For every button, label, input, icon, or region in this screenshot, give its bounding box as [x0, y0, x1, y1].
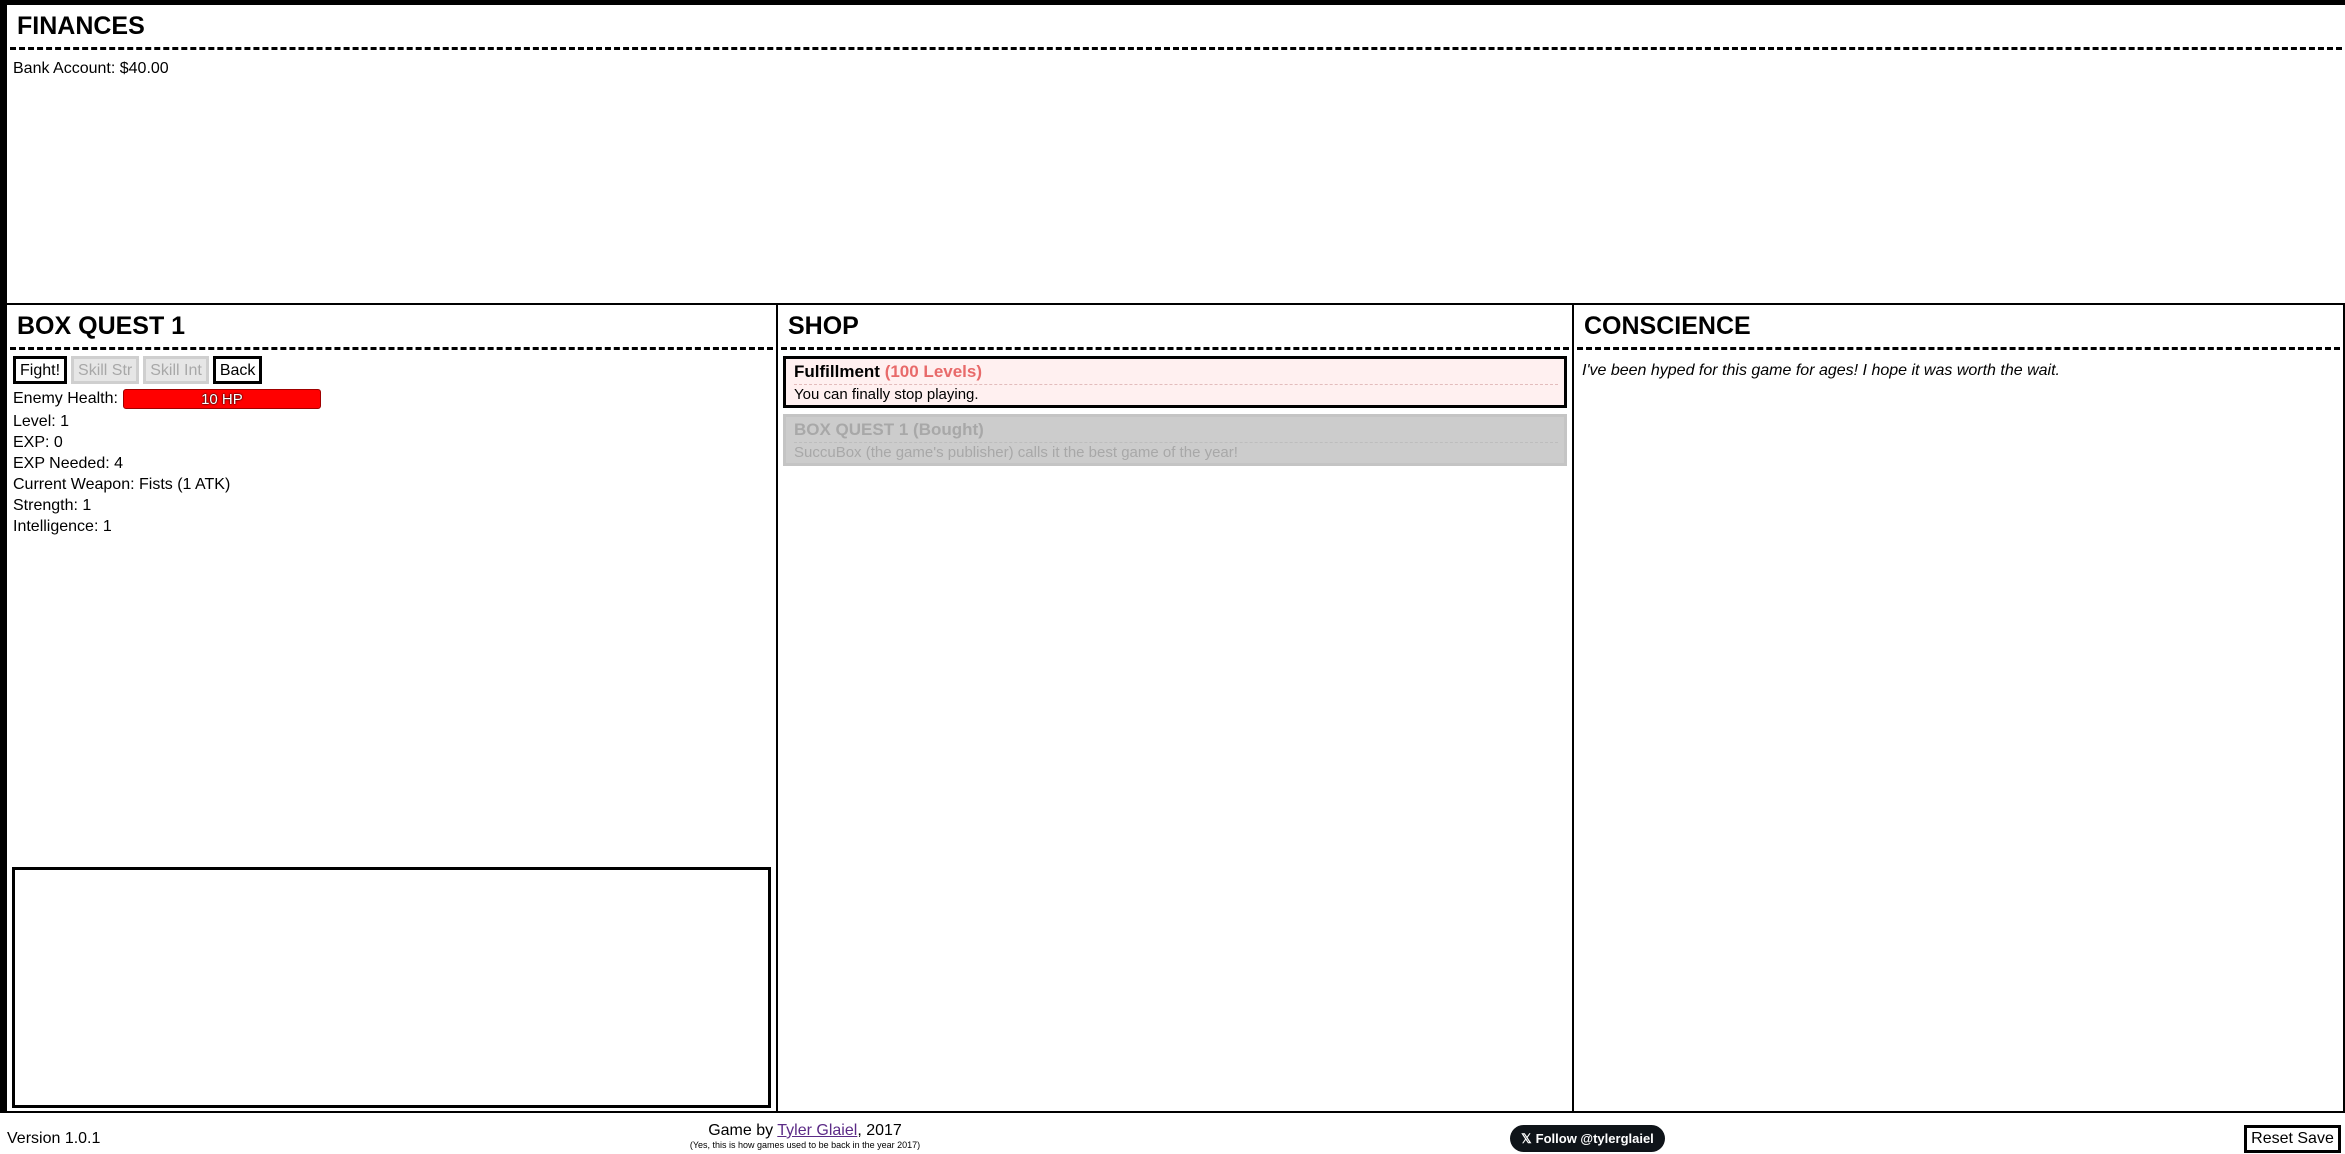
stat-exp: EXP: 0: [13, 432, 770, 453]
conscience-text: I've been hyped for this game for ages! …: [1582, 362, 2060, 379]
stat-level: Level: 1: [13, 411, 770, 432]
shop-item-header: BOX QUEST 1 (Bought): [794, 420, 1558, 443]
bank-account-value: $40.00: [119, 60, 169, 77]
shop-item-cost: (100 Levels): [884, 362, 983, 381]
stat-weapon: Current Weapon: Fists (1 ATK): [13, 474, 770, 495]
follow-button[interactable]: 𝕏 Follow @tylerglaiel: [1510, 1125, 1665, 1152]
finances-title: FINANCES: [17, 12, 145, 40]
stat-label: Level:: [13, 413, 56, 430]
shop-item-cost: (Bought): [913, 420, 984, 439]
stat-exp-needed: EXP Needed: 4: [13, 453, 770, 474]
action-buttons: Fight! Skill Str Skill Int Back: [13, 356, 770, 384]
shop-title: SHOP: [788, 312, 859, 340]
reset-save-button[interactable]: Reset Save: [2244, 1125, 2341, 1153]
shop-item-fulfillment[interactable]: Fulfillment (100 Levels) You can finally…: [783, 356, 1567, 408]
stat-label: Strength:: [13, 497, 78, 514]
stat-label: Current Weapon:: [13, 476, 135, 493]
shop-item-header: Fulfillment (100 Levels): [794, 362, 1558, 385]
credit: Game by Tyler Glaiel, 2017 (Yes, this is…: [605, 1122, 1005, 1151]
shop-item-box-quest[interactable]: BOX QUEST 1 (Bought) SuccuBox (the game'…: [783, 414, 1567, 466]
enemy-health-label: Enemy Health:: [13, 390, 118, 407]
stat-value: 4: [114, 455, 124, 472]
fight-button[interactable]: Fight!: [13, 356, 68, 384]
enemy-health: Enemy Health: 10 HP: [13, 387, 770, 411]
stat-strength: Strength: 1: [13, 495, 770, 516]
bank-account-label: Bank Account:: [13, 60, 116, 77]
stat-value: 0: [53, 434, 63, 451]
battle-log: [12, 867, 771, 1108]
conscience-title: CONSCIENCE: [1584, 312, 1751, 340]
shop-item-desc: You can finally stop playing.: [794, 386, 979, 403]
conscience-panel: CONSCIENCE I've been hyped for this game…: [1574, 305, 2345, 1113]
stat-label: Intelligence:: [13, 518, 99, 535]
enemy-health-bar: 10 HP: [122, 389, 321, 409]
credit-suffix: , 2017: [857, 1122, 902, 1139]
shop-item-name: Fulfillment: [794, 362, 880, 381]
stat-intelligence: Intelligence: 1: [13, 516, 770, 537]
footer: Version 1.0.1 Game by Tyler Glaiel, 2017…: [0, 1113, 2345, 1154]
stat-label: EXP Needed:: [13, 455, 110, 472]
x-logo-icon: 𝕏: [1521, 1131, 1532, 1146]
skill-int-button[interactable]: Skill Int: [143, 356, 209, 384]
stat-value: 1: [82, 497, 92, 514]
credit-note: (Yes, this is how games used to be back …: [689, 1140, 921, 1150]
back-button[interactable]: Back: [212, 356, 263, 384]
shop-item-name: BOX QUEST 1: [794, 420, 909, 439]
shop-panel: SHOP Fulfillment (100 Levels) You can fi…: [778, 305, 1574, 1113]
box-quest-panel: BOX QUEST 1 Fight! Skill Str Skill Int B…: [7, 305, 778, 1113]
box-quest-title: BOX QUEST 1: [17, 312, 186, 340]
stat-label: EXP:: [13, 434, 50, 451]
stat-value: Fists (1 ATK): [139, 476, 231, 493]
stat-value: 1: [102, 518, 112, 535]
bank-account: Bank Account: $40.00: [7, 50, 2345, 88]
stat-value: 1: [60, 413, 70, 430]
author-link[interactable]: Tyler Glaiel: [777, 1122, 857, 1139]
credit-prefix: Game by: [708, 1122, 778, 1139]
finances-panel: FINANCES Bank Account: $40.00: [7, 5, 2345, 305]
shop-item-desc: SuccuBox (the game's publisher) calls it…: [794, 444, 1238, 461]
skill-str-button[interactable]: Skill Str: [71, 356, 140, 384]
follow-label: Follow @tylerglaiel: [1535, 1131, 1654, 1146]
version-label: Version 1.0.1: [7, 1130, 101, 1147]
